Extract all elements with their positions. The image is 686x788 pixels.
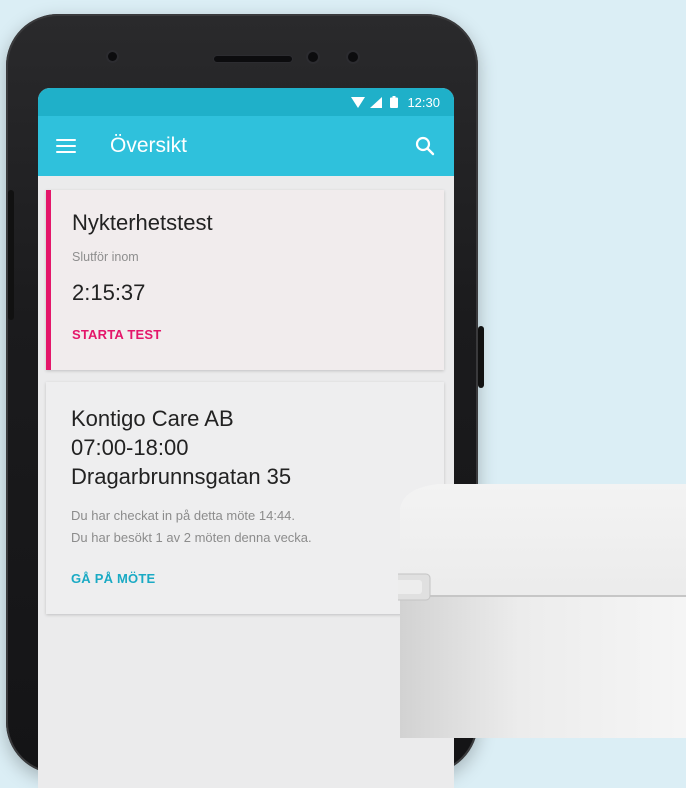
front-camera-icon: [108, 52, 117, 61]
checkin-info: Du har checkat in på detta möte 14:44.: [71, 508, 296, 523]
signal-icon: [370, 96, 383, 108]
page-title: Översikt: [110, 134, 188, 157]
phone-screen: 12:30 Översikt Nykterhetstest Slutför in…: [38, 88, 454, 788]
search-icon[interactable]: [414, 135, 436, 157]
iris-sensor: [348, 52, 358, 62]
status-bar: 12:30: [38, 88, 454, 116]
countdown-timer: 2:15:37: [72, 280, 146, 305]
meeting-organization: Kontigo Care AB: [71, 406, 234, 431]
card-title: Nykterhetstest: [72, 210, 213, 235]
status-time: 12:30: [407, 94, 440, 110]
power-button: [478, 326, 484, 388]
volume-button: [8, 190, 14, 320]
sobriety-test-card: Nykterhetstest Slutför inom 2:15:37 STAR…: [46, 190, 444, 370]
card-subtitle: Slutför inom: [72, 250, 139, 264]
menu-icon[interactable]: [56, 139, 76, 153]
meeting-address: Dragarbrunnsgatan 35: [71, 464, 292, 489]
earpiece-speaker: [214, 56, 292, 62]
battery-icon: [390, 96, 399, 108]
go-to-meeting-button[interactable]: GÅ PÅ MÖTE: [71, 571, 444, 586]
proximity-sensor: [308, 52, 318, 62]
wifi-icon: [351, 96, 366, 108]
meeting-time: 07:00-18:00: [71, 435, 189, 460]
breathalyzer-device: [398, 484, 686, 738]
visit-info: Du har besökt 1 av 2 möten denna vecka.: [71, 530, 312, 545]
app-bar: Översikt: [38, 116, 454, 176]
start-test-button[interactable]: STARTA TEST: [72, 327, 444, 342]
meeting-card: Kontigo Care AB 07:00-18:00 Dragarbrunns…: [46, 382, 444, 614]
